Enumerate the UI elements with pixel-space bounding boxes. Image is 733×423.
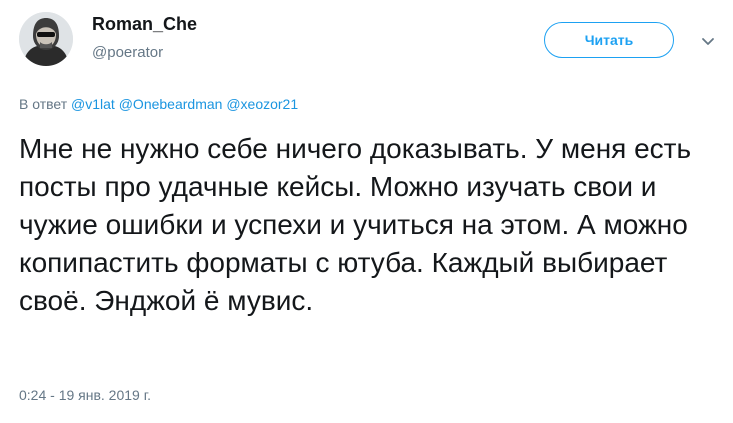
- follow-button[interactable]: Читать: [544, 22, 674, 58]
- tweet-timestamp[interactable]: 0:24 - 19 янв. 2019 г.: [19, 387, 151, 403]
- reply-prefix: В ответ: [19, 96, 68, 112]
- user-name[interactable]: Roman_Che: [92, 14, 197, 35]
- avatar[interactable]: [19, 12, 73, 66]
- reply-context: В ответ @v1lat @Onebeardman @xeozor21: [19, 96, 298, 112]
- mention-link[interactable]: @xeozor21: [226, 96, 298, 112]
- mention-link[interactable]: @Onebeardman: [119, 96, 223, 112]
- user-handle[interactable]: @poerator: [92, 44, 163, 61]
- tweet-text: Мне не нужно себе ничего доказывать. У м…: [19, 133, 692, 316]
- chevron-down-icon[interactable]: [697, 30, 719, 52]
- mention-link[interactable]: @v1lat: [71, 96, 115, 112]
